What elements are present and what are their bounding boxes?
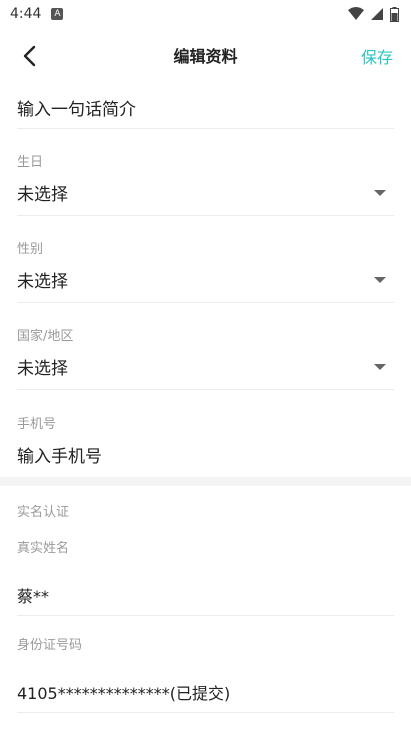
phone-label: 手机号 [17, 417, 57, 432]
battery-icon [390, 6, 399, 22]
bio-placeholder: 输入一句话简介 [17, 100, 136, 120]
save-button[interactable]: 保存 [361, 44, 393, 68]
gender-selector[interactable]: 性别 未选择 [17, 237, 394, 303]
top-bar: 编辑资料 保存 [0, 28, 411, 82]
phone-field[interactable]: 手机号 输入手机号 [17, 412, 394, 477]
birthday-selector[interactable]: 生日 未选择 [17, 150, 394, 216]
dropdown-caret-icon [374, 190, 386, 196]
status-bar: 4:44 A [0, 0, 411, 28]
gender-value: 未选择 [17, 272, 68, 292]
bio-input[interactable]: 输入一句话简介 [17, 82, 394, 129]
dropdown-caret-icon [374, 364, 386, 370]
realname-section-title: 实名认证 [17, 505, 70, 520]
status-icons [348, 6, 399, 22]
realname-name-label: 真实姓名 [17, 541, 70, 556]
realname-name-field: 蔡** [17, 560, 394, 616]
back-arrow-icon[interactable] [16, 42, 44, 70]
gender-label: 性别 [17, 242, 44, 257]
status-time: 4:44 [10, 6, 42, 22]
realname-name-value: 蔡** [17, 587, 50, 606]
birthday-label: 生日 [17, 155, 44, 170]
phone-placeholder: 输入手机号 [17, 447, 102, 467]
id-number-value: 4105**************(已提交) [17, 684, 231, 703]
country-value: 未选择 [17, 359, 68, 379]
country-label: 国家/地区 [17, 329, 74, 344]
notification-app-icon: A [51, 8, 64, 20]
dropdown-caret-icon [374, 277, 386, 283]
id-number-field: 4105**************(已提交) [17, 660, 394, 713]
wifi-icon [348, 7, 364, 20]
signal-icon [371, 8, 383, 20]
id-number-label: 身份证号码 [17, 638, 83, 653]
page-title: 编辑资料 [173, 47, 238, 66]
birthday-value: 未选择 [17, 185, 68, 205]
country-selector[interactable]: 国家/地区 未选择 [17, 324, 394, 390]
section-divider [0, 477, 411, 486]
